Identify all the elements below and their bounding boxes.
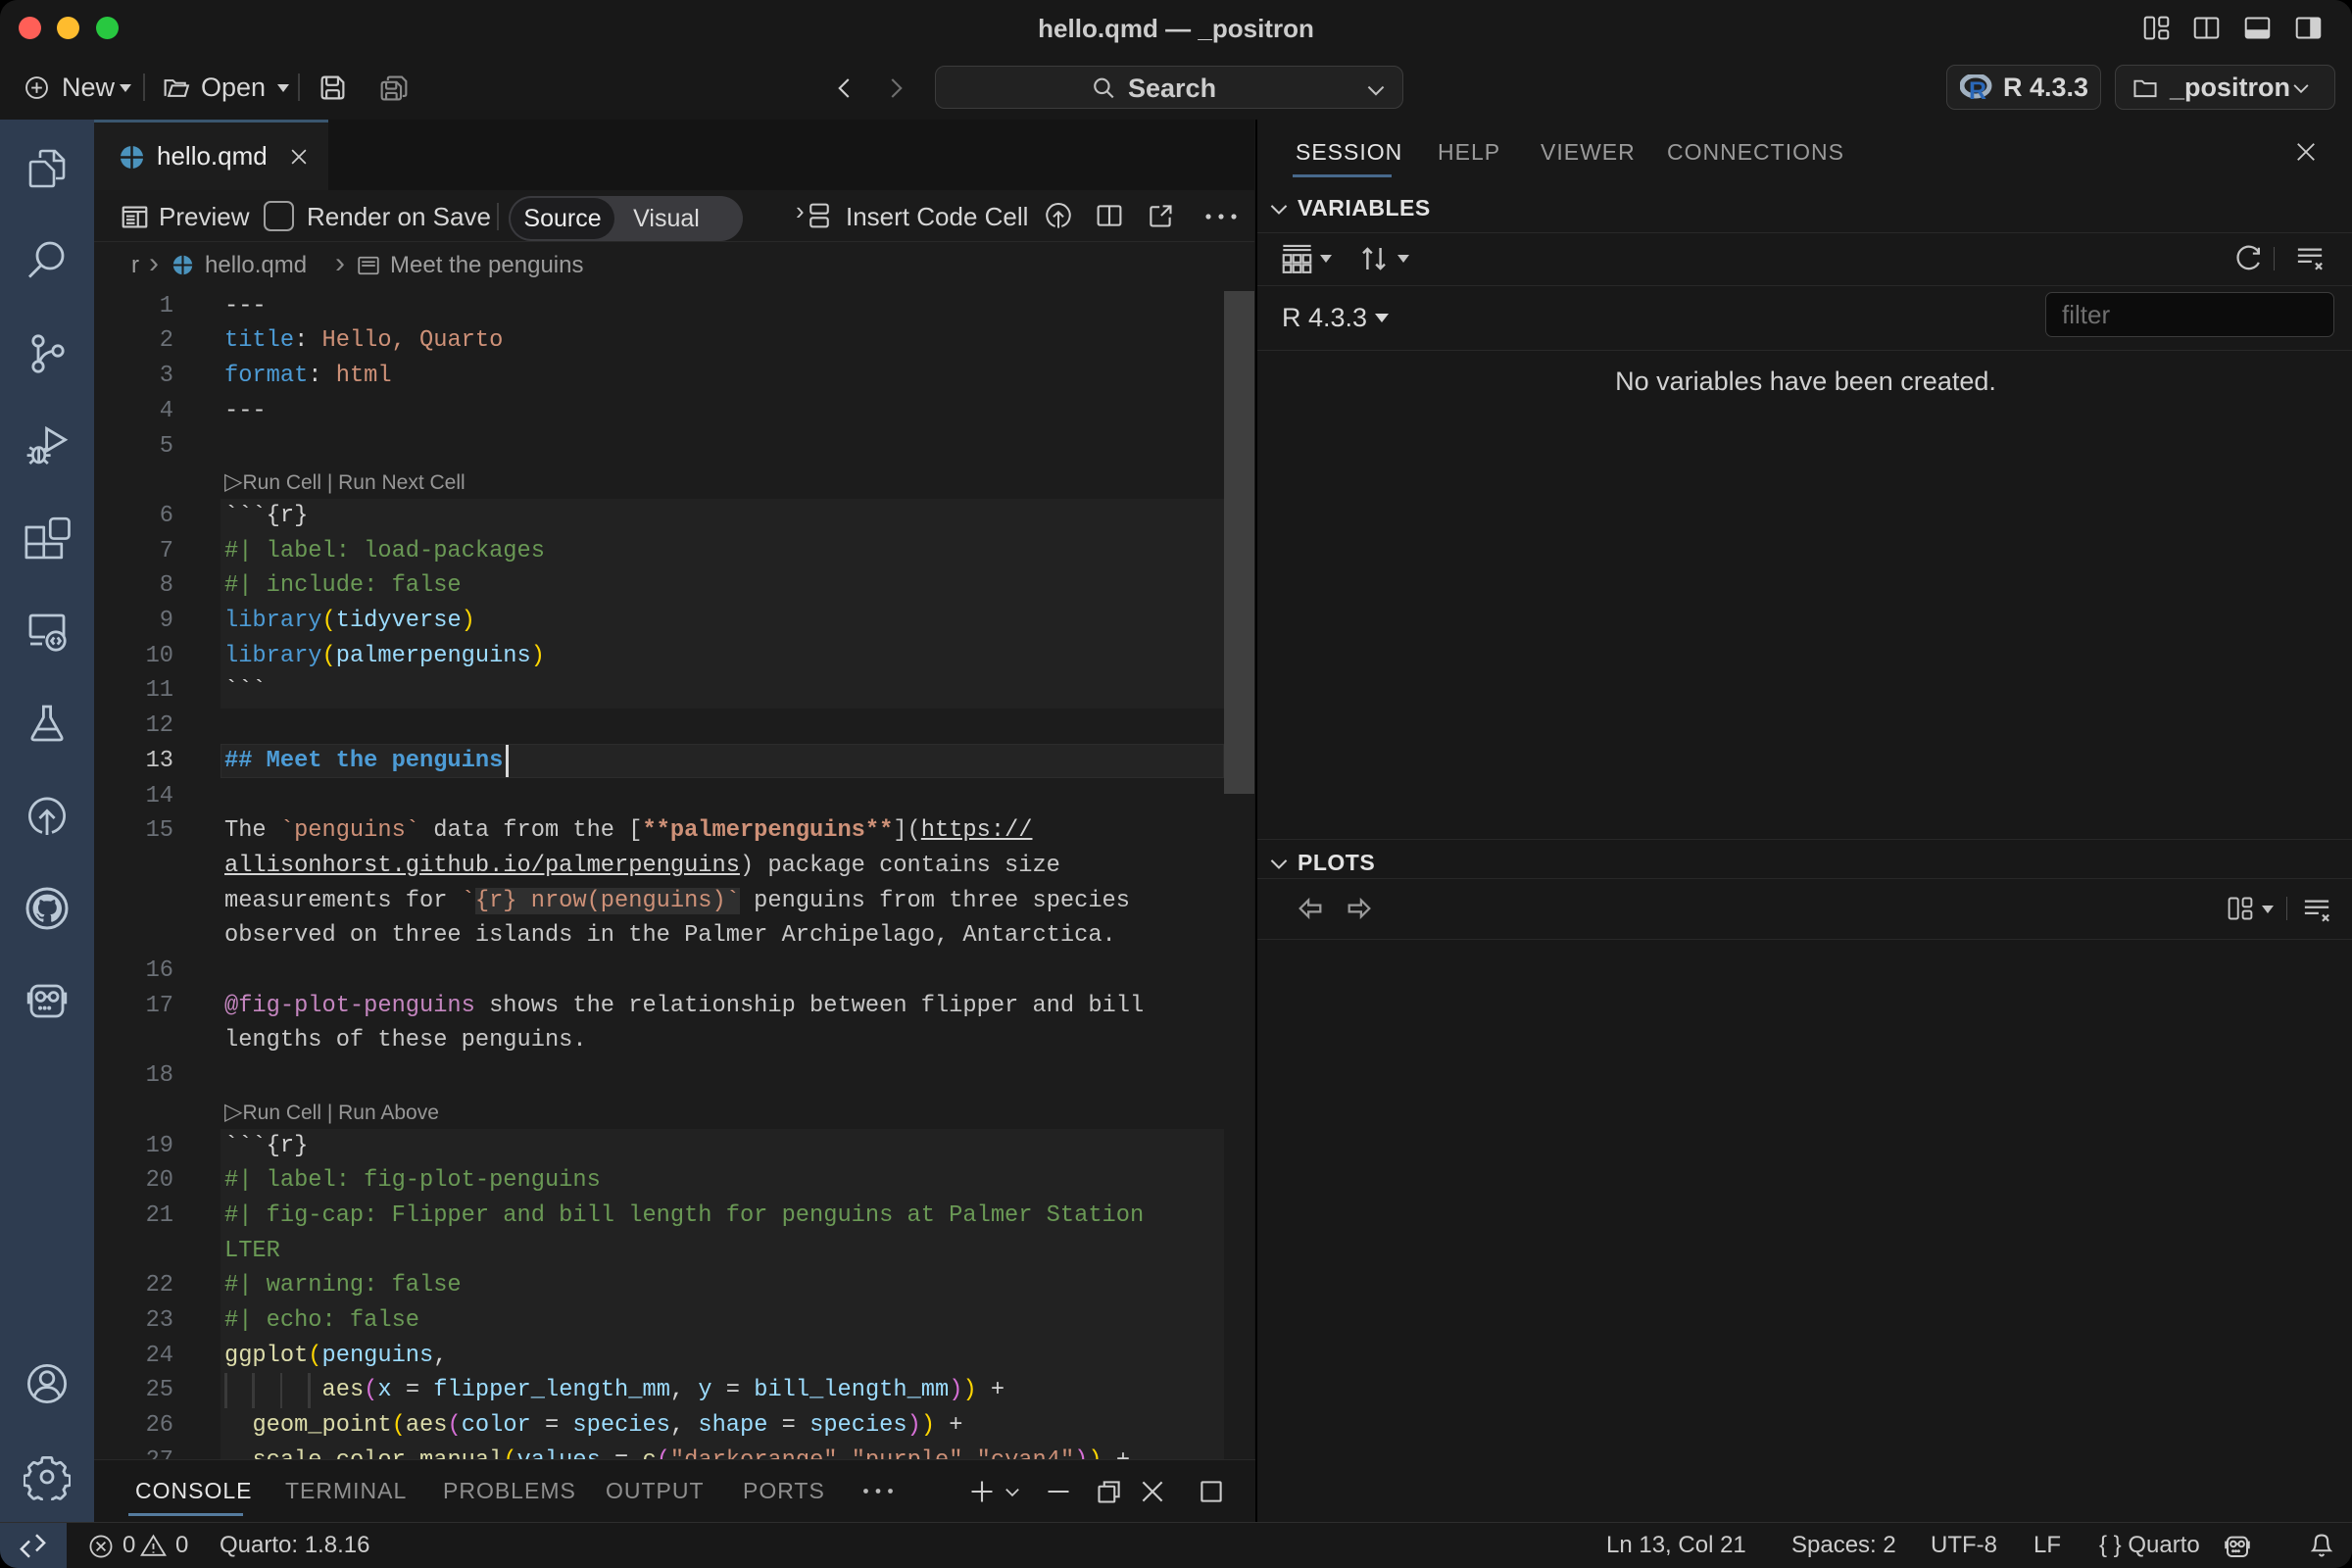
svg-text:R: R	[1969, 77, 1986, 101]
